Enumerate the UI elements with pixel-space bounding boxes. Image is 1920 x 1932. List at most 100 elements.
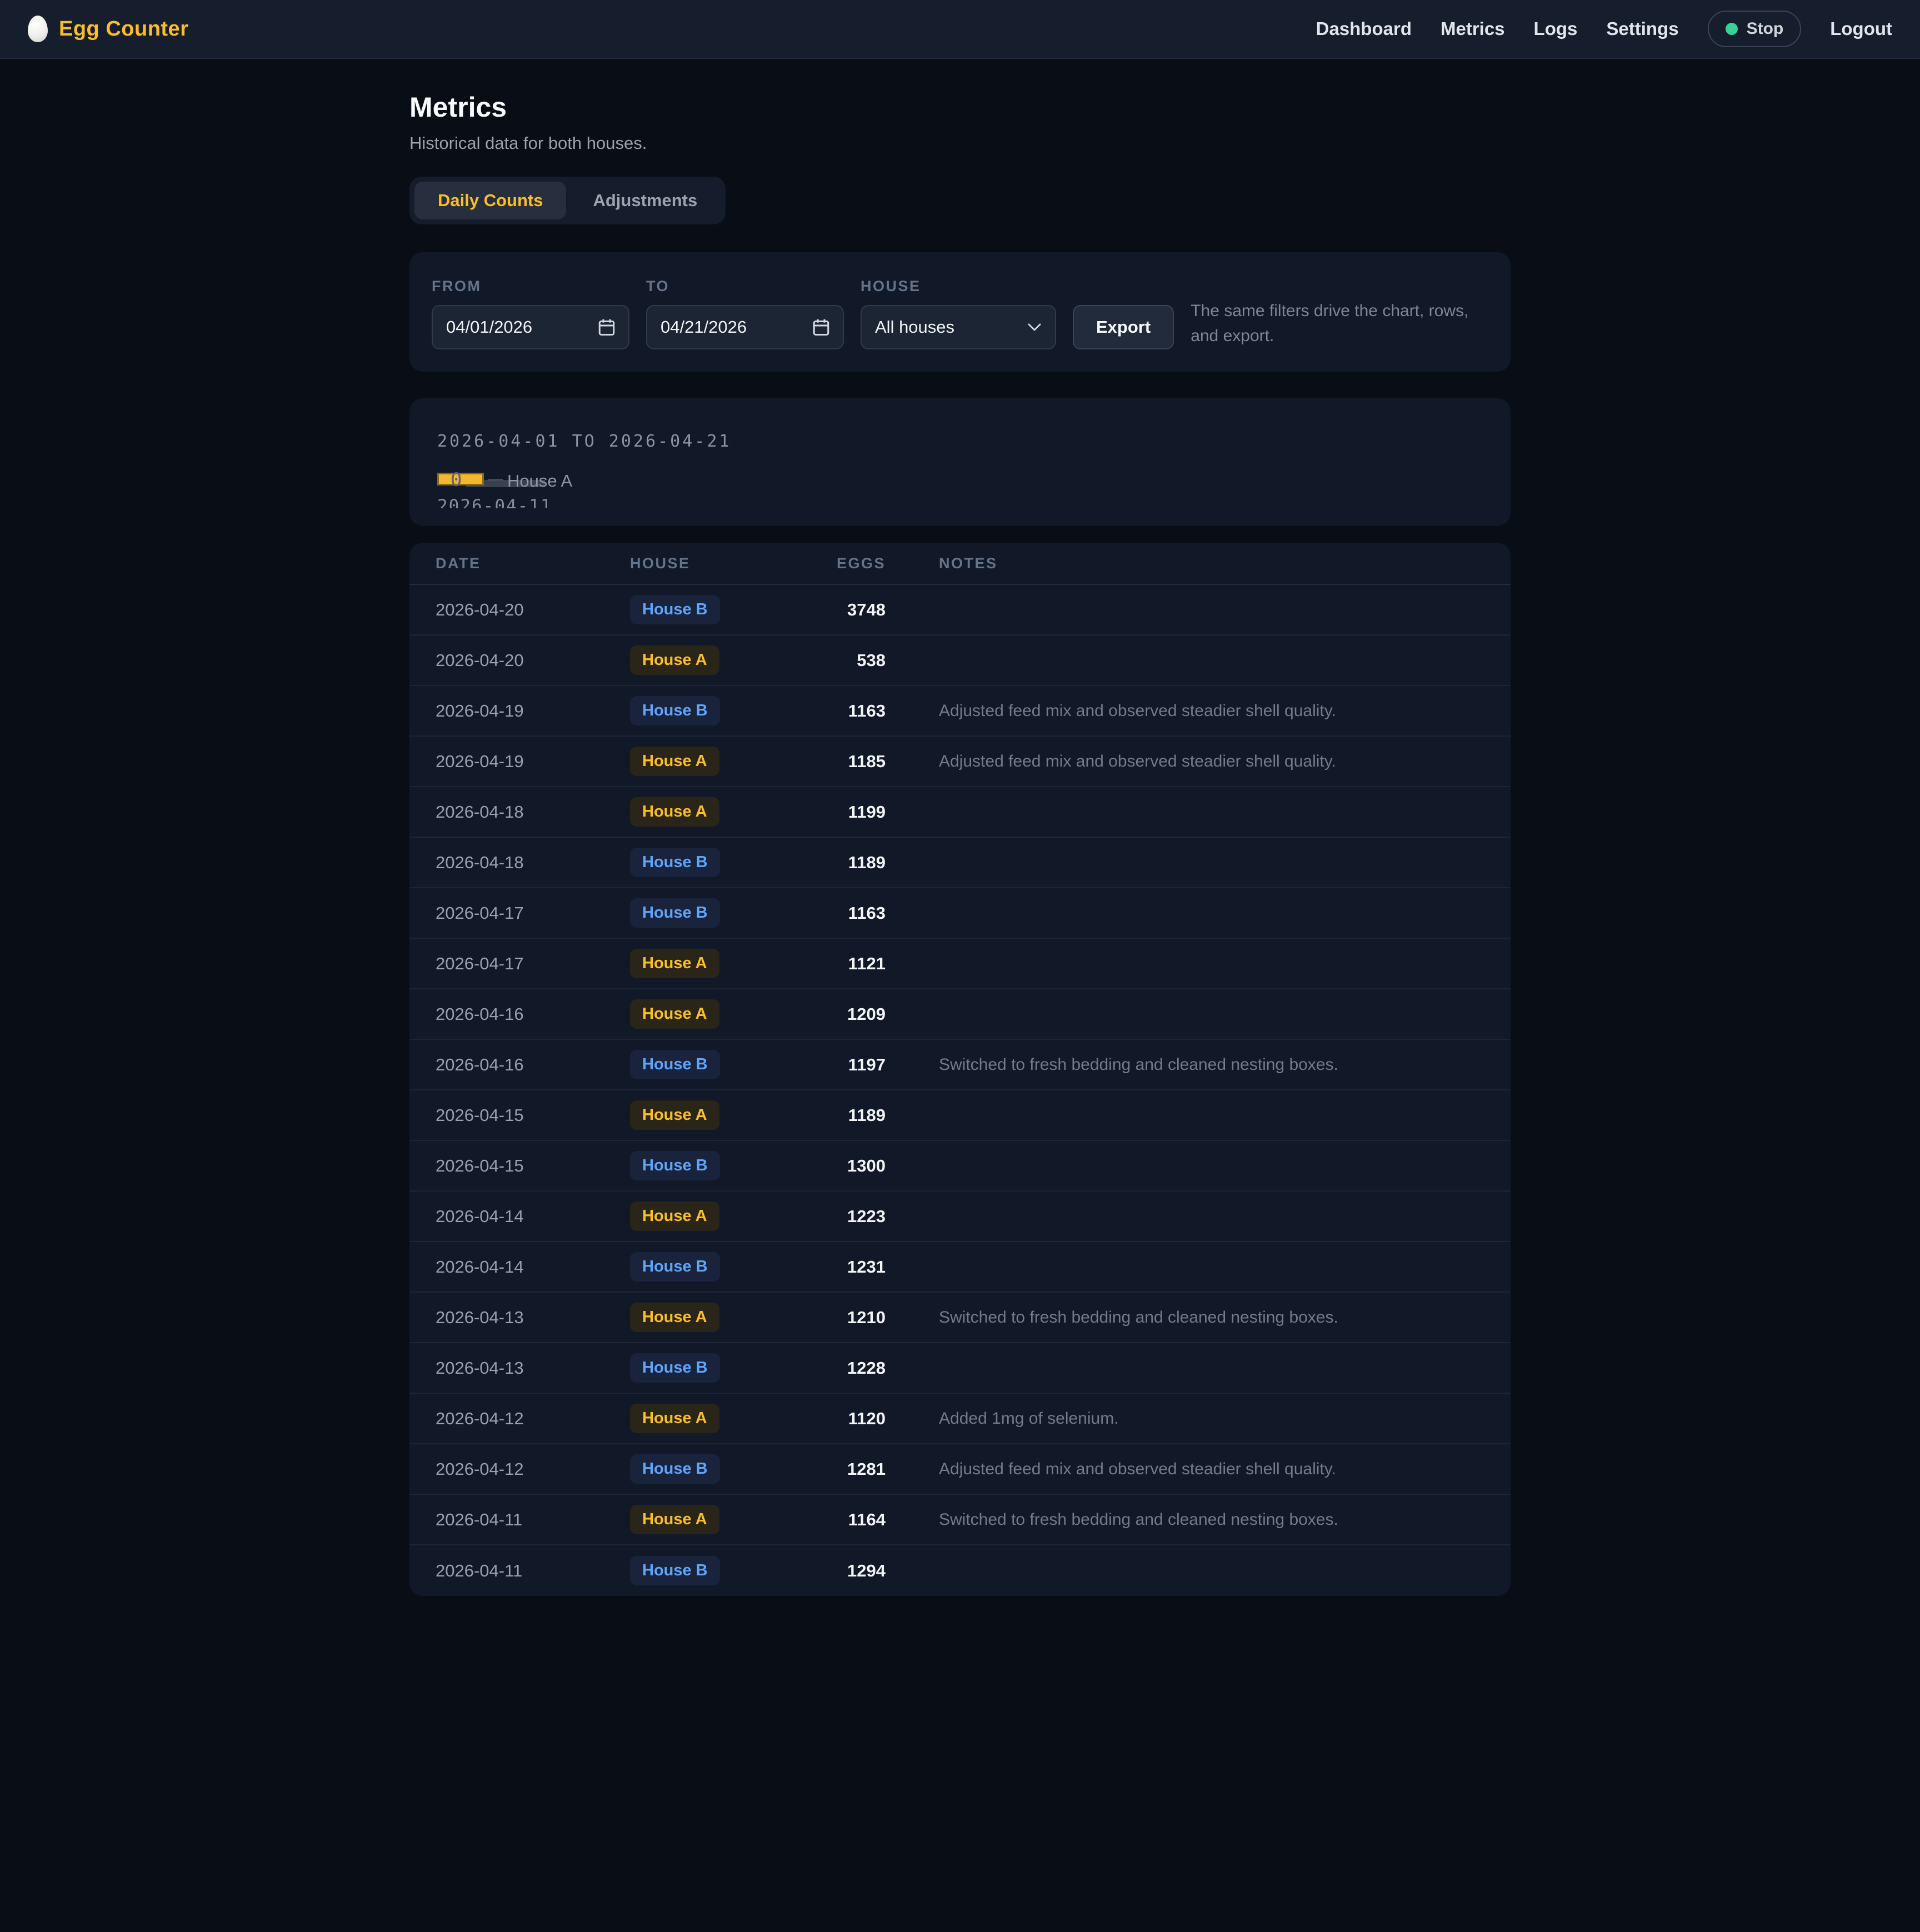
table-row: 2026-04-16 House B 1197 Switched to fres…	[409, 1040, 1511, 1090]
row-notes: Switched to fresh bedding and cleaned ne…	[886, 1308, 1484, 1327]
row-date: 2026-04-20	[436, 650, 630, 670]
row-date: 2026-04-15	[436, 1105, 630, 1125]
house-badge: House A	[630, 999, 719, 1029]
calendar-icon	[598, 318, 615, 336]
row-eggs: 1300	[824, 1156, 886, 1176]
main-content: Metrics Historical data for both houses.…	[409, 91, 1511, 1596]
table-row: 2026-04-17 House B 1163	[409, 888, 1511, 939]
house-label: HOUSE	[861, 278, 1056, 295]
house-badge: House B	[630, 1353, 720, 1383]
house-badge: House A	[630, 949, 719, 978]
row-date: 2026-04-14	[436, 1257, 630, 1277]
row-date: 2026-04-20	[436, 600, 630, 620]
row-date: 2026-04-11	[436, 1561, 630, 1581]
table-row: 2026-04-14 House B 1231	[409, 1242, 1511, 1293]
nav-item-logs[interactable]: Logs	[1534, 18, 1578, 39]
house-badge: House A	[630, 645, 719, 675]
to-label: TO	[646, 278, 844, 295]
row-eggs: 1163	[824, 701, 886, 721]
table-row: 2026-04-17 House A 1121	[409, 939, 1511, 989]
row-date: 2026-04-13	[436, 1308, 630, 1328]
from-date-input[interactable]: 04/01/2026	[432, 305, 629, 349]
from-label: FROM	[432, 278, 629, 295]
stop-button-label: Stop	[1747, 19, 1784, 38]
col-header-house: HOUSE	[630, 555, 824, 572]
house-badge: House B	[630, 696, 720, 725]
from-date-field: FROM 04/01/2026	[432, 278, 629, 349]
col-header-notes: NOTES	[886, 555, 1484, 572]
house-badge: House B	[630, 898, 720, 928]
house-badge: House A	[630, 1100, 719, 1130]
x-tick-label: 2026-04-11	[437, 496, 552, 508]
row-eggs: 1223	[824, 1207, 886, 1227]
chart-range-title: 2026-04-01 TO 2026-04-21	[437, 432, 1511, 451]
table-row: 2026-04-11 House A 1164 Switched to fres…	[409, 1495, 1511, 1545]
status-dot-icon	[1726, 23, 1738, 35]
row-eggs: 1197	[824, 1055, 886, 1075]
row-date: 2026-04-13	[436, 1358, 630, 1378]
house-badge: House A	[630, 1202, 719, 1231]
house-badge: House A	[630, 747, 719, 776]
row-eggs: 1164	[824, 1510, 886, 1530]
filter-helper-text: The same filters drive the chart, rows, …	[1191, 298, 1488, 349]
axis-zero-label: 0	[451, 472, 462, 488]
nav-item-metrics[interactable]: Metrics	[1441, 18, 1505, 39]
table-row: 2026-04-11 House B 1294	[409, 1545, 1511, 1596]
table-row: 2026-04-20 House B 3748	[409, 585, 1511, 635]
table-row: 2026-04-19 House B 1163 Adjusted feed mi…	[409, 686, 1511, 737]
table-row: 2026-04-15 House B 1300	[409, 1141, 1511, 1192]
row-eggs: 1281	[824, 1459, 886, 1479]
row-eggs: 538	[824, 650, 886, 670]
row-eggs: 1199	[824, 802, 886, 822]
to-date-input[interactable]: 04/21/2026	[646, 305, 844, 349]
row-notes: Adjusted feed mix and observed steadier …	[886, 752, 1484, 771]
table-row: 2026-04-12 House A 1120 Added 1mg of sel…	[409, 1394, 1511, 1444]
col-header-eggs: EGGS	[824, 555, 886, 572]
row-notes: Adjusted feed mix and observed steadier …	[886, 702, 1484, 720]
page-subtitle: Historical data for both houses.	[409, 133, 1511, 153]
stop-button[interactable]: Stop	[1708, 11, 1802, 47]
table-row: 2026-04-18 House B 1189	[409, 838, 1511, 888]
chart-legend-clipped: 0 House A	[437, 472, 1511, 488]
chevron-down-icon	[1027, 323, 1042, 332]
table-row: 2026-04-15 House A 1189	[409, 1090, 1511, 1141]
house-badge: House A	[630, 797, 719, 827]
row-eggs: 1228	[824, 1358, 886, 1378]
logout-link[interactable]: Logout	[1830, 18, 1892, 39]
house-badge: House B	[630, 1252, 720, 1282]
page-title: Metrics	[409, 91, 1511, 123]
tab-adjustments[interactable]: Adjustments	[569, 182, 721, 219]
row-eggs: 1189	[824, 853, 886, 873]
tab-bar: Daily Counts Adjustments	[409, 177, 726, 224]
table-row: 2026-04-16 House A 1209	[409, 989, 1511, 1040]
filter-bar: FROM 04/01/2026 TO 04/21/2026	[409, 252, 1511, 372]
table-row: 2026-04-19 House A 1185 Adjusted feed mi…	[409, 737, 1511, 787]
egg-icon	[28, 16, 48, 42]
to-date-value: 04/21/2026	[661, 317, 804, 337]
tab-daily-counts[interactable]: Daily Counts	[414, 182, 566, 219]
nav-item-settings[interactable]: Settings	[1606, 18, 1678, 39]
row-notes: Switched to fresh bedding and cleaned ne…	[886, 1055, 1484, 1074]
row-eggs: 1121	[824, 954, 886, 974]
table-body: 2026-04-20 House B 3748 2026-04-20 House…	[409, 585, 1511, 1596]
top-nav: Egg Counter Dashboard Metrics Logs Setti…	[0, 0, 1920, 59]
export-button[interactable]: Export	[1073, 305, 1174, 349]
row-eggs: 1189	[824, 1105, 886, 1125]
calendar-icon	[813, 318, 829, 336]
house-a-legend-label: House A	[507, 472, 572, 488]
row-notes: Switched to fresh bedding and cleaned ne…	[886, 1510, 1484, 1529]
house-badge: House B	[630, 848, 720, 877]
legend-line	[488, 479, 503, 481]
col-header-date: DATE	[436, 555, 630, 572]
house-badge: House B	[630, 1454, 720, 1484]
table-row: 2026-04-18 House A 1199	[409, 787, 1511, 838]
row-date: 2026-04-17	[436, 954, 630, 974]
house-badge: House A	[630, 1303, 719, 1332]
house-select[interactable]: All houses	[861, 305, 1056, 349]
table-row: 2026-04-14 House A 1223	[409, 1192, 1511, 1242]
row-date: 2026-04-14	[436, 1207, 630, 1227]
row-date: 2026-04-17	[436, 903, 630, 923]
nav-item-dashboard[interactable]: Dashboard	[1316, 18, 1412, 39]
row-notes: Adjusted feed mix and observed steadier …	[886, 1460, 1484, 1479]
row-eggs: 1163	[824, 903, 886, 923]
